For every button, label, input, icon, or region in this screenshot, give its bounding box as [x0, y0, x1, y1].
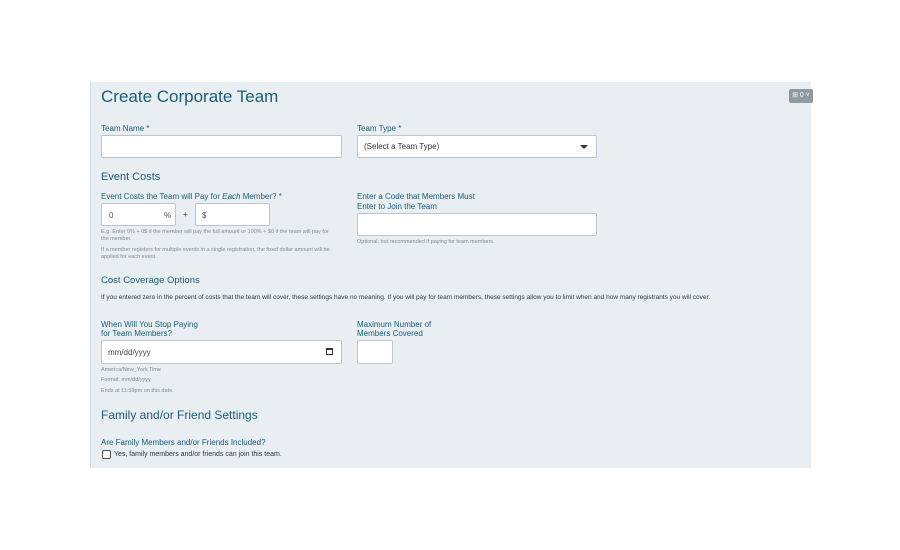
stop-paying-label-2: for Team Members?	[101, 329, 172, 338]
timezone-text: America/New_York Time	[101, 367, 162, 373]
format-text: Format: mm/dd/yyyy	[101, 377, 151, 383]
event-costs-label: Event Costs the Team will Pay for Each M…	[101, 192, 282, 202]
stop-date-input[interactable]: mm/dd/yyyy	[101, 340, 342, 364]
plus-symbol: +	[183, 210, 188, 219]
cost-coverage-description: If you entered zero in the percent of co…	[101, 294, 711, 301]
event-costs-label-suffix: Member? *	[240, 192, 282, 201]
team-name-input[interactable]	[101, 135, 342, 158]
join-code-help: Optional, but recommended if paying for …	[357, 239, 495, 245]
family-question: Are Family Members and/or Friends Includ…	[101, 438, 266, 447]
join-code-label-1: Enter a Code that Members Must	[357, 192, 475, 201]
ends-text: Ends at 11:59pm on this date.	[101, 388, 174, 394]
max-members-input[interactable]	[357, 340, 393, 364]
event-costs-label-prefix: Event Costs the Team will Pay for	[101, 192, 223, 201]
percent-value: 0	[109, 211, 114, 220]
stop-date-placeholder: mm/dd/yyyy	[108, 348, 151, 357]
event-costs-help-1: E.g. Enter 0% + 0$ if the member will pa…	[101, 229, 329, 242]
dollar-input[interactable]: $	[195, 203, 270, 226]
join-code-input[interactable]	[357, 213, 597, 236]
percent-input[interactable]: 0 %	[101, 203, 176, 226]
cost-coverage-heading: Cost Coverage Options	[101, 275, 200, 286]
team-type-label: Team Type *	[357, 124, 402, 133]
max-members-label-2: Members Covered	[357, 329, 423, 338]
team-name-label: Team Name *	[101, 124, 150, 133]
family-checkbox[interactable]	[102, 450, 111, 459]
page-title: Create Corporate Team	[101, 87, 279, 106]
corner-badge[interactable]: ⊞ 0 ˅	[789, 89, 813, 103]
event-costs-label-each: Each	[222, 192, 241, 201]
team-type-selected: (Select a Team Type)	[364, 142, 440, 151]
event-costs-help-2: If a member registers for multiple event…	[101, 247, 330, 260]
team-type-select[interactable]: (Select a Team Type)	[357, 135, 597, 158]
calendar-icon[interactable]	[326, 348, 333, 355]
family-heading: Family and/or Friend Settings	[101, 408, 258, 422]
event-costs-heading: Event Costs	[101, 171, 161, 183]
family-checkbox-label[interactable]: Yes, family members and/or friends can j…	[114, 450, 282, 460]
dollar-symbol: $	[202, 211, 207, 220]
percent-symbol: %	[164, 211, 172, 220]
create-team-panel: Create Corporate Team ⊞ 0 ˅ Team Name * …	[90, 82, 813, 468]
join-code-label-2: Enter to Join the Team	[357, 202, 437, 211]
chevron-down-icon	[580, 145, 588, 149]
